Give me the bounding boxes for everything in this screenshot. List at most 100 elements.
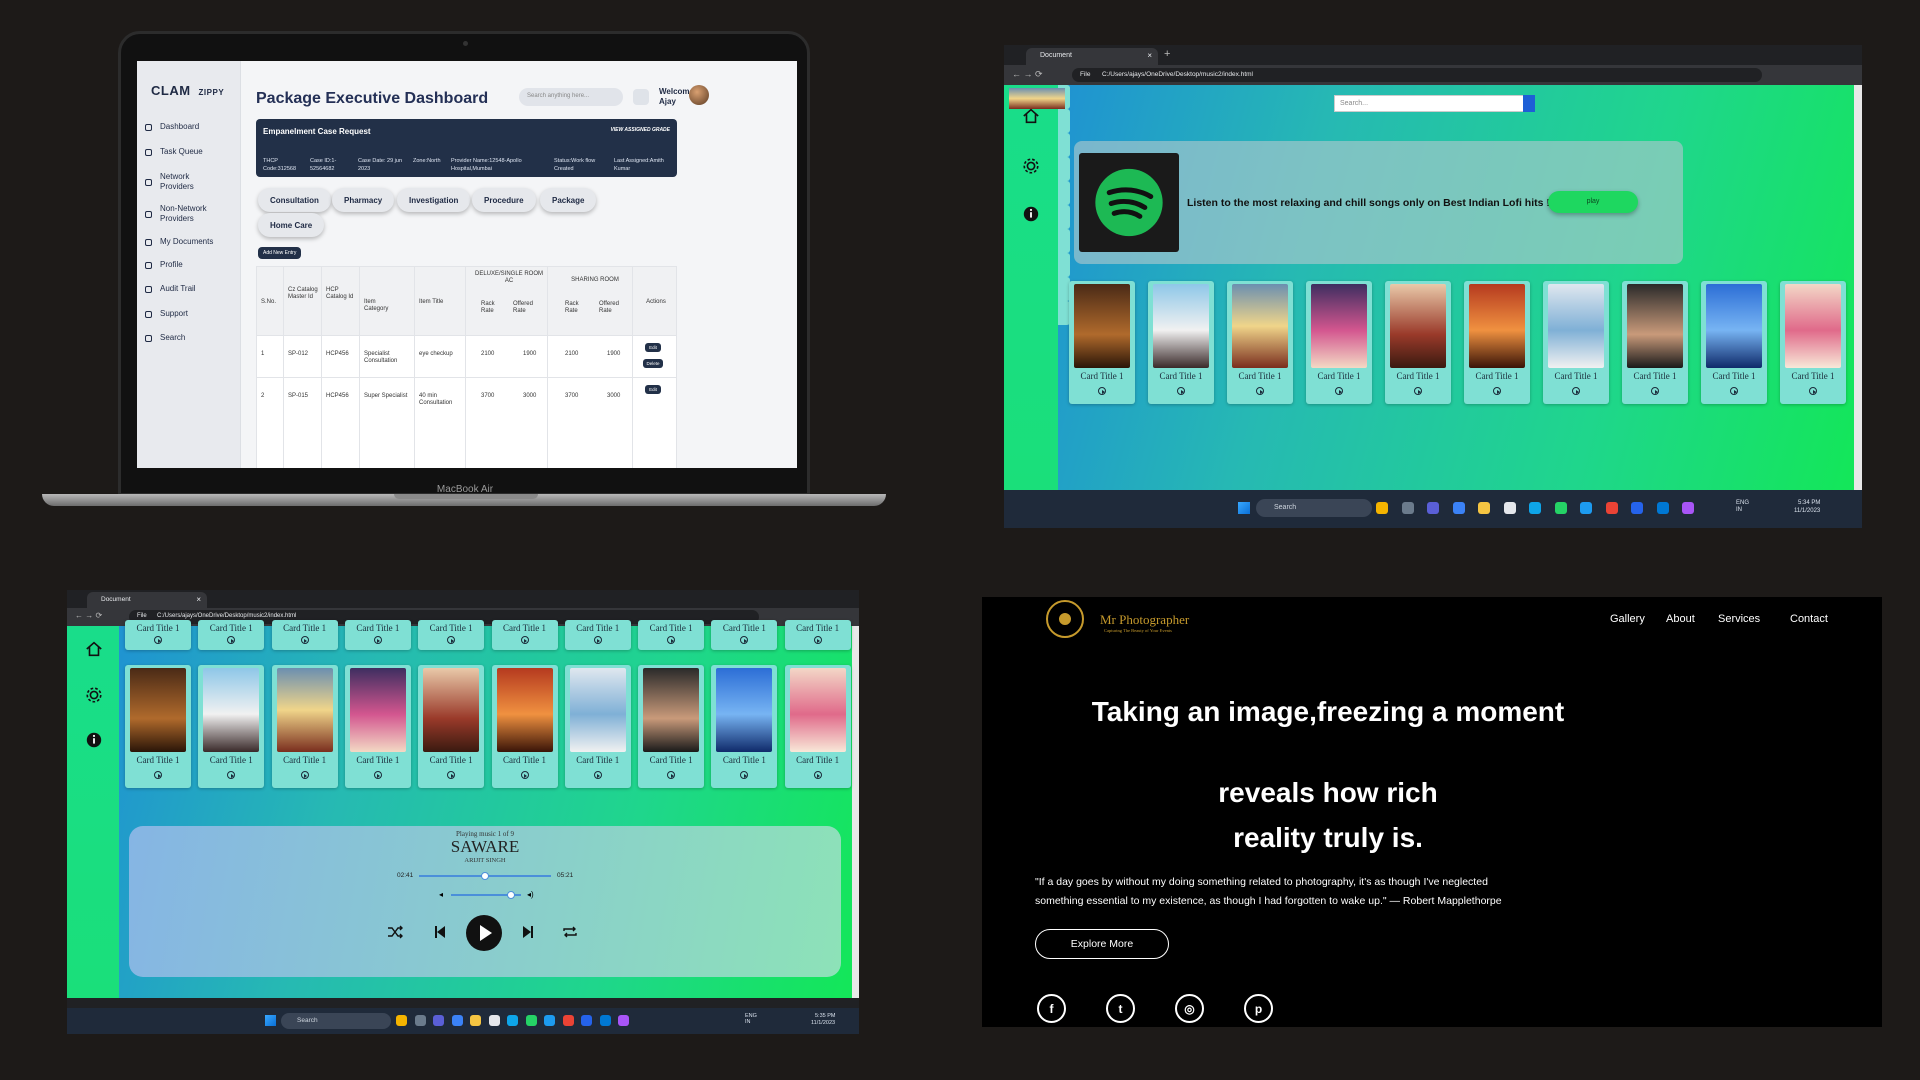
play-circle-icon[interactable] [1572, 387, 1580, 395]
music-card[interactable]: Card Title 1 [418, 665, 485, 788]
taskbar-app-icon[interactable] [1605, 502, 1618, 514]
music-card[interactable]: Card Title 1 [198, 665, 265, 788]
taskbar-app-icon[interactable] [1580, 502, 1592, 514]
camera-logo-icon[interactable] [1046, 600, 1084, 638]
music-card[interactable]: Card Title 1 [1227, 281, 1293, 404]
play-circle-icon[interactable] [1098, 387, 1106, 395]
music-card[interactable]: Card Title 1 [491, 665, 558, 788]
taskbar-app-icon[interactable] [562, 1015, 574, 1026]
music-card[interactable]: Card Title 1 [784, 620, 851, 650]
taskbar-app-icon[interactable] [396, 1015, 407, 1026]
play-circle-icon[interactable] [1730, 387, 1738, 395]
delete-button[interactable]: Delete [643, 359, 663, 368]
taskbar-app-icon[interactable] [488, 1015, 500, 1026]
facebook-icon[interactable]: f [1037, 994, 1066, 1023]
play-pause-button[interactable] [466, 915, 502, 951]
play-circle-icon[interactable] [1335, 387, 1343, 395]
music-card[interactable]: Card Title 1 [784, 665, 851, 788]
play-circle-icon[interactable] [667, 771, 676, 779]
previous-icon[interactable] [434, 925, 446, 939]
taskbar-app-icon[interactable] [544, 1015, 555, 1026]
taskbar-app-icon[interactable] [1401, 502, 1414, 514]
music-card[interactable]: Card Title 1 [344, 665, 411, 788]
taskbar-app-icon[interactable] [599, 1015, 611, 1026]
nav-contact[interactable]: Contact [1790, 613, 1828, 625]
sidebar-item[interactable]: Profile [145, 260, 222, 270]
twitter-icon[interactable]: t [1106, 994, 1135, 1023]
play-circle-icon[interactable] [593, 771, 602, 779]
explore-more-button[interactable]: Explore More [1035, 929, 1169, 959]
tab-home-care[interactable]: Home Care [258, 213, 325, 237]
play-circle-icon[interactable] [154, 771, 162, 779]
music-card[interactable]: Card Title 1 [1701, 281, 1767, 404]
export-icon[interactable] [633, 89, 649, 105]
music-card[interactable]: Card Title 1 [638, 665, 705, 788]
sidebar-item[interactable]: My Documents [145, 237, 222, 247]
music-card[interactable]: Card Title 1 [1385, 281, 1451, 404]
gear-icon[interactable] [1022, 157, 1040, 175]
taskbar-app-icon[interactable] [525, 1015, 537, 1026]
taskbar-app-icon[interactable] [1427, 502, 1439, 514]
play-circle-icon[interactable] [1256, 387, 1264, 395]
taskbar-app-icon[interactable] [618, 1015, 629, 1026]
sidebar-item[interactable]: Support [145, 309, 222, 319]
search-button[interactable] [1523, 95, 1535, 112]
taskbar-app-icon[interactable] [1452, 502, 1465, 514]
sidebar-item[interactable]: Audit Trail [145, 284, 222, 294]
music-card[interactable]: Card Title 1 [1464, 281, 1530, 404]
taskbar-app-icon[interactable] [1682, 502, 1694, 514]
play-button[interactable]: play [1548, 191, 1638, 213]
nav-gallery[interactable]: Gallery [1610, 613, 1645, 625]
taskbar-app-icon[interactable] [414, 1015, 426, 1026]
taskbar-app-icon[interactable] [581, 1015, 592, 1026]
nav-arrows-icon[interactable]: ← → ⟳ [1012, 69, 1043, 80]
play-circle-icon[interactable] [667, 636, 676, 644]
music-card[interactable]: Card Title 1 [1622, 281, 1688, 404]
taskbar-app-icon[interactable] [1376, 502, 1388, 514]
music-card[interactable]: Card Title 1 [271, 665, 338, 788]
play-circle-icon[interactable] [447, 771, 456, 779]
play-circle-icon[interactable] [813, 636, 822, 644]
scrollbar[interactable] [1854, 85, 1862, 490]
gear-icon[interactable] [85, 686, 103, 704]
search-input[interactable]: Search anything here... [519, 88, 623, 106]
sidebar-item[interactable]: Search [145, 333, 222, 343]
shuffle-icon[interactable] [387, 925, 403, 939]
taskbar-app-icon[interactable] [1503, 502, 1516, 514]
scrollbar[interactable] [852, 626, 859, 998]
next-icon[interactable] [522, 925, 534, 939]
language-indicator[interactable]: ENG IN [745, 1013, 763, 1025]
play-circle-icon[interactable] [740, 636, 749, 644]
music-card[interactable]: Card Title 1 [125, 665, 191, 788]
volume-thumb[interactable] [506, 891, 515, 899]
tab-pharmacy[interactable]: Pharmacy [332, 188, 395, 212]
play-circle-icon[interactable] [1414, 387, 1422, 395]
url-field[interactable]: File C:/Users/ajays/OneDrive/Desktop/mus… [1072, 68, 1762, 82]
taskbar-search[interactable]: Search [281, 1013, 391, 1029]
info-icon[interactable] [1022, 205, 1040, 223]
play-circle-icon[interactable] [813, 771, 822, 779]
music-card[interactable]: Card Title 1 [418, 620, 485, 650]
play-circle-icon[interactable] [373, 636, 382, 644]
avatar[interactable] [689, 85, 709, 105]
search-input[interactable]: Search... [1334, 95, 1535, 112]
taskbar-app-icon[interactable] [451, 1015, 463, 1026]
music-card[interactable]: Card Title 1 [344, 620, 411, 650]
app-logo[interactable]: CLAM ZIPPY [151, 83, 224, 98]
play-circle-icon[interactable] [227, 771, 236, 779]
edit-button[interactable]: Edit [645, 343, 661, 352]
tab-package[interactable]: Package [540, 188, 597, 212]
sidebar-item[interactable]: Network Providers [145, 172, 222, 192]
play-circle-icon[interactable] [1493, 387, 1501, 395]
home-icon[interactable] [1022, 107, 1040, 125]
play-circle-icon[interactable] [447, 636, 456, 644]
music-card[interactable]: Card Title 1 [638, 620, 705, 650]
windows-start-icon[interactable] [265, 1015, 276, 1026]
taskbar-app-icon[interactable] [1554, 502, 1567, 514]
play-circle-icon[interactable] [1651, 387, 1659, 395]
music-card[interactable]: Card Title 1 [711, 620, 778, 650]
music-card[interactable]: Card Title 1 [711, 665, 778, 788]
info-icon[interactable] [85, 731, 103, 749]
progress-track[interactable] [419, 872, 551, 880]
add-new-entry-button[interactable]: Add New Entry [258, 247, 302, 259]
